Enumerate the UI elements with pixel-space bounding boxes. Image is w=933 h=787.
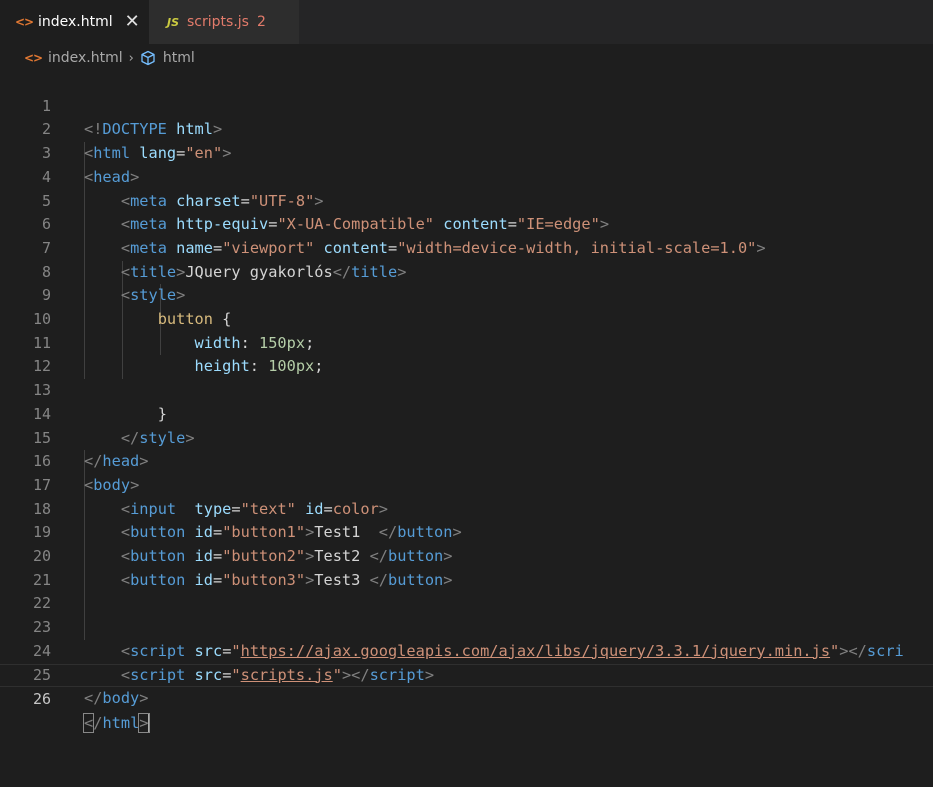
code-line: 13 } — [0, 355, 933, 423]
html-file-icon: <> — [24, 51, 43, 65]
breadcrumb-symbol[interactable]: html — [163, 50, 195, 66]
code-line: 24 <script src="scripts.js"></script> — [0, 616, 933, 684]
code-line: 4 <meta charset="UTF-8"> — [0, 142, 933, 210]
tab-scripts-js[interactable]: JS scripts.js 2 — [149, 0, 299, 44]
line-content: </html> — [82, 712, 150, 733]
js-file-icon: JS — [167, 15, 180, 29]
code-line: 19 <button id="button2">Test2 </button> — [0, 498, 933, 565]
line-content: </body> — [84, 689, 149, 708]
code-line: 23 <script src="https://ajax.googleapis.… — [0, 592, 933, 660]
tab-bar: <> index.html ✕ JS scripts.js 2 — [0, 0, 933, 44]
cube-icon — [140, 49, 158, 67]
code-line: 6 <meta name="viewport" content="width=d… — [0, 190, 933, 257]
text-cursor — [147, 713, 150, 733]
code-line: 9 button { — [0, 261, 933, 328]
code-line: 2 <html lang="en"> — [0, 95, 933, 162]
code-line: 22 — [0, 569, 933, 612]
line-number: 26 — [32, 690, 51, 709]
code-line: 25 </body> — [0, 640, 933, 708]
code-line: 18 <button id="button1">Test1 </button> — [0, 474, 933, 542]
close-icon[interactable]: ✕ — [125, 13, 140, 31]
html-file-icon: <> — [15, 15, 34, 29]
code-line: 20 <button id="button3">Test3 </button> — [0, 521, 933, 589]
tab-label: scripts.js — [187, 14, 249, 30]
current-line: 26 </html> — [0, 663, 933, 733]
code-line: 10 width: 150px; — [0, 284, 933, 352]
code-line: 11 height: 100px; — [0, 308, 933, 376]
code-line: 15 </head> — [0, 403, 933, 471]
tab-label: index.html — [38, 14, 113, 30]
code-line: 14 </style> — [0, 379, 933, 447]
bracket-match-highlight: < — [82, 712, 95, 733]
problems-badge: 2 — [256, 14, 266, 30]
code-line: 3 <head> — [0, 118, 933, 186]
code-line: 5 <meta http-equiv="X-UA-Compatible" con… — [0, 166, 933, 234]
tab-index-html[interactable]: <> index.html ✕ — [0, 0, 149, 44]
code-line: 7 <title>JQuery gyakorlós</title> — [0, 213, 933, 281]
code-line: 8 <style> — [0, 237, 933, 305]
code-line: 17 <input type="text" id=color> — [0, 450, 933, 518]
breadcrumb: <> index.html › html — [0, 44, 933, 72]
chevron-right-icon: › — [128, 50, 134, 66]
code-line: 16 <body> — [0, 427, 933, 494]
breadcrumb-file[interactable]: index.html — [48, 50, 123, 66]
code-editor[interactable]: 1 <!DOCTYPE html> 2 <html lang="en"> 3 <… — [0, 71, 933, 787]
code-line: 12 — [0, 332, 933, 375]
code-line: 21 — [0, 545, 933, 589]
code-line: 1 <!DOCTYPE html> — [0, 71, 933, 139]
